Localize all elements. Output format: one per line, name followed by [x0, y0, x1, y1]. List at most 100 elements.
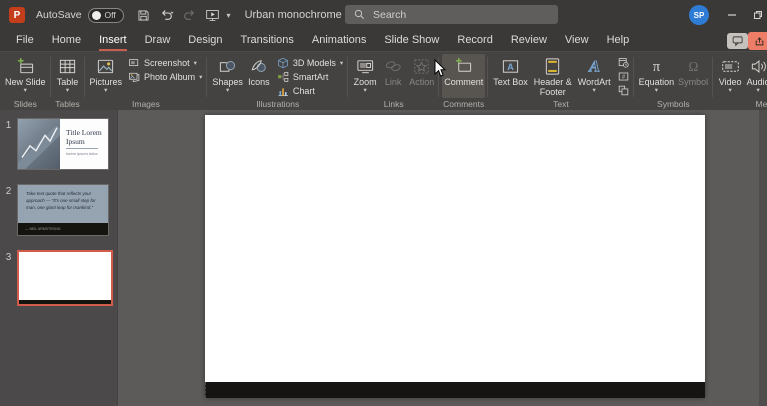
ribbon-button-wordart[interactable]: AWordArt▾ — [576, 54, 613, 98]
ribbon-button-smartart[interactable]: SmartArt — [275, 71, 345, 83]
save-button[interactable] — [133, 4, 154, 26]
ribbon-button-object[interactable] — [616, 84, 631, 96]
ribbon-button-shapes[interactable]: Shapes▾ — [210, 54, 245, 98]
table-icon — [58, 56, 77, 76]
ribbon-group-comments: CommentComments — [439, 52, 488, 110]
ribbon-group-media: Video▾Audio▾Screen RecordingMedia — [713, 52, 767, 110]
ribbon-button-comment[interactable]: Comment — [442, 54, 485, 98]
slide-thumbnail-2[interactable]: Take text quote that reflects your appro… — [17, 184, 109, 236]
ribbon-button-date-time[interactable] — [616, 56, 631, 68]
ribbon-button-audio[interactable]: Audio▾ — [744, 54, 767, 98]
ribbon-button-link[interactable]: Link — [379, 54, 407, 98]
tab-help[interactable]: Help — [598, 30, 639, 51]
ribbon-button-photo-album[interactable]: Photo Album▾ — [126, 71, 204, 83]
comments-panel-button[interactable] — [727, 33, 748, 49]
redo-icon — [182, 8, 197, 23]
slide-number-icon: # — [618, 71, 629, 82]
autosave-toggle[interactable]: Off — [88, 8, 124, 23]
tab-review[interactable]: Review — [502, 30, 556, 51]
slide-canvas[interactable] — [205, 115, 705, 398]
ribbon-button-action[interactable]: Action — [407, 54, 436, 98]
ribbon-button-header-footer[interactable]: Header & Footer — [530, 54, 576, 98]
models-3d-icon — [277, 57, 289, 69]
ribbon-button-table[interactable]: Table▾ — [54, 54, 82, 98]
undo-icon — [159, 8, 174, 23]
pictures-icon — [96, 56, 115, 76]
ribbon-button-symbol[interactable]: ΩSymbol — [676, 54, 710, 98]
slide-thumbnail-1[interactable]: Title Lorem Ipsumlorem ipsum dolor — [17, 118, 109, 170]
tab-record[interactable]: Record — [448, 30, 501, 51]
present-icon — [205, 8, 220, 23]
ribbon-group-label: Text — [553, 99, 569, 109]
chevron-down-icon: ▾ — [655, 88, 658, 95]
chevron-down-icon: ▾ — [226, 88, 229, 95]
svg-text:A: A — [588, 58, 600, 75]
wordart-icon: A — [585, 56, 604, 76]
ribbon-group-label: Media — [756, 99, 767, 109]
autosave-state: Off — [105, 11, 116, 20]
ribbon-group-label: Tables — [55, 99, 80, 109]
screenshot-icon — [128, 57, 140, 69]
chevron-down-icon: ▾ — [194, 59, 197, 67]
search-input[interactable] — [371, 8, 535, 22]
chevron-down-icon: ▾ — [364, 88, 367, 95]
new-slide-icon — [16, 56, 35, 76]
vertical-scrollbar[interactable] — [759, 110, 767, 406]
tab-insert[interactable]: Insert — [90, 30, 136, 51]
toggle-knob — [92, 11, 101, 20]
search-box[interactable] — [345, 5, 558, 24]
link-icon — [384, 56, 403, 76]
header-footer-icon — [543, 56, 562, 76]
chevron-down-icon: ▾ — [24, 88, 27, 95]
video-icon — [721, 56, 740, 76]
present-button[interactable] — [202, 4, 223, 26]
tab-design[interactable]: Design — [179, 30, 231, 51]
ribbon-button-equation[interactable]: πEquation▾ — [637, 54, 677, 98]
photo-album-icon — [128, 71, 140, 83]
thumbnail-footer-bar — [19, 300, 111, 304]
ribbon-button-screenshot[interactable]: Screenshot▾ — [126, 57, 204, 69]
ribbon-group-links: Zoom▾LinkActionLinks — [348, 52, 439, 110]
chevron-down-icon: ▾ — [340, 59, 343, 67]
slide-thumbnail-3[interactable] — [17, 250, 113, 306]
ribbon-button-new-slide[interactable]: New Slide▾ — [3, 54, 48, 98]
customize-qat-chevron-icon[interactable]: ▾ — [227, 11, 231, 20]
ribbon: New Slide▾Slides Table▾Tables Pictures▾Scr… — [0, 52, 767, 110]
ribbon-button-pictures[interactable]: Pictures▾ — [88, 54, 125, 98]
audio-icon — [749, 56, 767, 76]
tab-animations[interactable]: Animations — [303, 30, 375, 51]
tab-home[interactable]: Home — [43, 30, 90, 51]
ribbon-button-chart[interactable]: Chart — [275, 85, 345, 97]
redo-button[interactable] — [179, 4, 200, 26]
thumbnail-title: Title Lorem Ipsum — [66, 128, 104, 146]
thumbnail-photo — [18, 119, 60, 169]
undo-button[interactable] — [156, 4, 177, 26]
powerpoint-logo-icon[interactable]: P — [9, 7, 25, 23]
tab-file[interactable]: File — [7, 30, 43, 51]
ribbon-group-illustrations: Shapes▾Icons3D Models▾SmartArtChartIllus… — [207, 52, 348, 110]
ribbon-button-video[interactable]: Video▾ — [716, 54, 744, 98]
tab-view[interactable]: View — [556, 30, 598, 51]
ribbon-button-slide-number[interactable]: # — [616, 70, 631, 82]
avatar[interactable]: SP — [689, 5, 709, 25]
ribbon-button-zoom[interactable]: Zoom▾ — [351, 54, 379, 98]
object-icon — [618, 85, 629, 96]
restore-button[interactable] — [746, 0, 767, 29]
ribbon-button-3d-models[interactable]: 3D Models▾ — [275, 57, 345, 69]
date-time-icon — [618, 57, 629, 68]
symbol-icon: Ω — [684, 56, 703, 76]
slides-panel: 1Title Lorem Ipsumlorem ipsum dolor2Take… — [0, 110, 118, 406]
minimize-button[interactable] — [720, 0, 744, 29]
tab-transitions[interactable]: Transitions — [232, 30, 303, 51]
ribbon-button-text-box[interactable]: AText Box — [491, 54, 530, 98]
comment-bubble-icon — [732, 35, 744, 47]
svg-text:A: A — [507, 61, 514, 71]
tab-draw[interactable]: Draw — [136, 30, 180, 51]
chevron-down-icon: ▾ — [104, 88, 107, 95]
tab-slide-show[interactable]: Slide Show — [375, 30, 448, 51]
ribbon-group-label: Slides — [14, 99, 37, 109]
slide-list-item: 1Title Lorem Ipsumlorem ipsum dolor — [0, 118, 117, 170]
chevron-down-icon: ▾ — [593, 88, 596, 95]
ribbon-button-icons[interactable]: Icons — [245, 54, 273, 98]
share-button[interactable]: Share — [748, 32, 767, 50]
